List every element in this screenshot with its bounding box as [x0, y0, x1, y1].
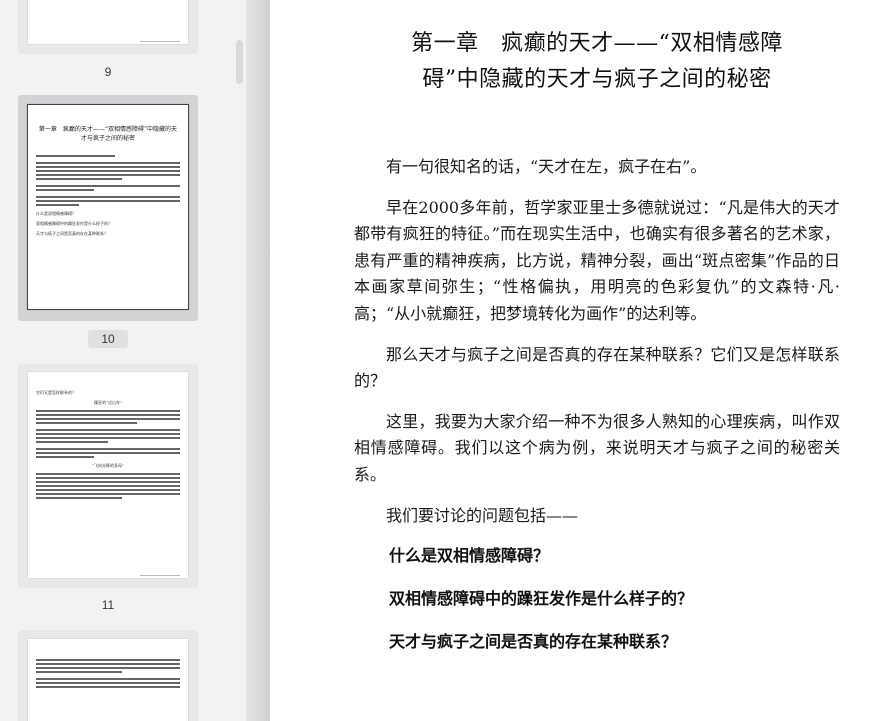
thumbnail-text-block [36, 185, 180, 191]
thumbnail-text-block [36, 162, 180, 180]
page-number-label: 11 [101, 598, 115, 612]
thumbnail-text-block [36, 155, 180, 157]
sidebar-scrollbar-thumb[interactable] [236, 40, 243, 84]
thumbnail-sidebar: 9 第一章 疯癫的天才——“双相情感障碍”中隐藏的天才与疯子之间的秘密 什么是双… [0, 0, 246, 721]
thumbnail-text-block [36, 429, 180, 443]
page-thumbnail-12[interactable] [18, 630, 198, 721]
page-thumbnail-9[interactable] [18, 0, 198, 54]
thumbnail-text-block [36, 659, 180, 673]
thumbnail-page-image [28, 639, 188, 721]
question-item: 天才与疯子之间是否真的存在某种联系？ [389, 632, 678, 652]
thumbnail-text-block [36, 473, 180, 499]
page-number-label: 9 [104, 65, 112, 79]
body-paragraph: 这里，我要为大家介绍一种不为很多人熟知的心理疾病，叫作双相情感障碍。我们以这个病… [354, 411, 840, 484]
thumbnail-footer-line [140, 41, 180, 42]
chapter-title: 第一章 疯癫的天才——“双相情感障 碍”中隐藏的天才与疯子之间的秘密 [354, 26, 840, 98]
thumbnail-page-image: 它们又是怎样联系的？ 躁狂的“过山车” “飞向光辉的圣母” [28, 372, 188, 578]
thumbnail-text-block [36, 448, 180, 458]
thumbnail-heading: 躁狂的“过山车” [93, 400, 123, 405]
thumbnail-heading: 它们又是怎样联系的？ [36, 390, 76, 395]
thumbnail-question: 什么是双相情感障碍？ [36, 211, 76, 216]
page-number-label: 10 [88, 330, 128, 348]
question-item: 什么是双相情感障碍？ [389, 546, 550, 566]
chapter-title-line-1: 第一章 疯癫的天才——“双相情感障 [411, 31, 783, 56]
body-paragraph: 我们要讨论的问题包括—— [386, 505, 579, 525]
thumbnail-question: 双相情感障碍中的躁狂发作是什么样子的？ [36, 221, 112, 226]
sidebar-divider [246, 0, 270, 721]
thumbnail-text-block [36, 410, 180, 424]
thumbnail-text-block [36, 196, 180, 206]
page-thumbnail-11[interactable]: 它们又是怎样联系的？ 躁狂的“过山车” “飞向光辉的圣母” [18, 364, 198, 588]
thumbnail-page-image: 第一章 疯癫的天才——“双相情感障碍”中隐藏的天才与疯子之间的秘密 什么是双相情… [27, 104, 189, 310]
chapter-title-line-2: 碍”中隐藏的天才与疯子之间的秘密 [422, 67, 772, 92]
thumbnail-heading: “飞向光辉的圣母” [91, 463, 125, 468]
document-page: 第一章 疯癫的天才——“双相情感障 碍”中隐藏的天才与疯子之间的秘密 有一句很知… [270, 0, 884, 721]
page-thumbnail-10[interactable]: 第一章 疯癫的天才——“双相情感障碍”中隐藏的天才与疯子之间的秘密 什么是双相情… [18, 95, 198, 321]
body-paragraph: 有一句很知名的话，“天才在左，疯子在右”。 [386, 157, 707, 176]
body-paragraph: 早在2000多年前，哲学家亚里士多德就说过：“凡是伟大的天才都带有疯狂的特征。”… [354, 197, 840, 323]
sidebar-scrollbar[interactable] [233, 0, 246, 721]
document-content: 第一章 疯癫的天才——“双相情感障 碍”中隐藏的天才与疯子之间的秘密 有一句很知… [354, 26, 840, 672]
thumbnail-text-block [36, 678, 180, 688]
question-item: 双相情感障碍中的躁狂发作是什么样子的？ [389, 589, 694, 609]
thumbnail-chapter-title: 第一章 疯癫的天才——“双相情感障碍”中隐藏的天才与疯子之间的秘密 [38, 126, 178, 142]
thumbnail-page-image [28, 0, 188, 44]
thumbnail-question: 天才与疯子之间是否真的存在某种联系？ [36, 231, 108, 236]
thumbnail-footer-line [140, 575, 180, 576]
body-paragraph: 那么天才与疯子之间是否真的存在某种联系？它们又是怎样联系的？ [354, 344, 840, 391]
